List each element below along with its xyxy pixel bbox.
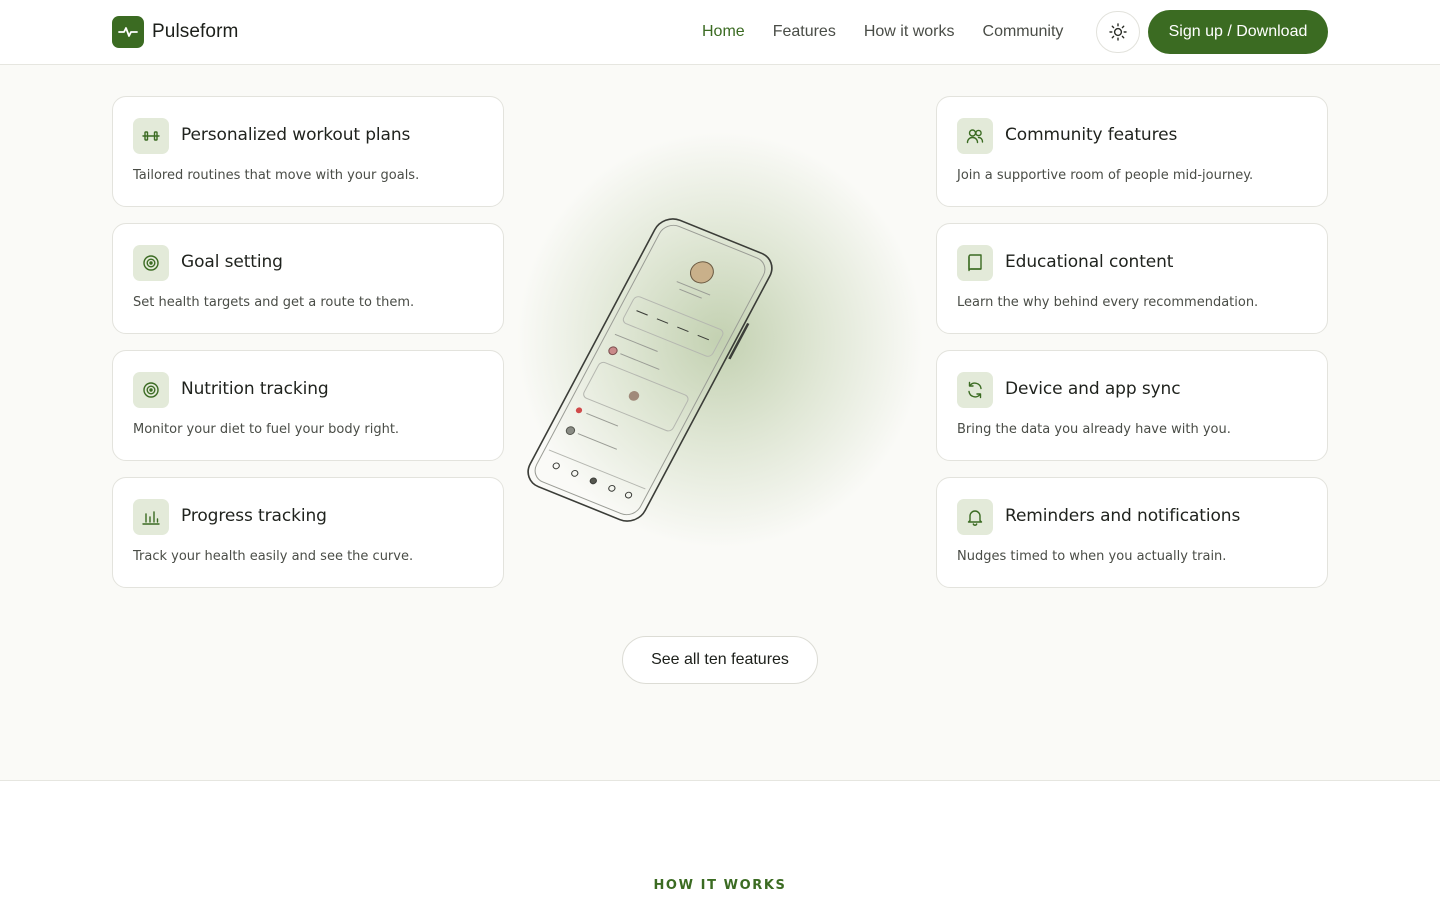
bar-chart-icon xyxy=(133,499,169,535)
target-icon xyxy=(133,245,169,281)
feature-card-nutrition-tracking[interactable]: Nutrition tracking Monitor your diet to … xyxy=(112,350,504,461)
feature-card-reminders[interactable]: Reminders and notifications Nudges timed… xyxy=(936,477,1328,588)
brand-name: Pulseform xyxy=(152,21,239,42)
feature-description: Bring the data you already have with you… xyxy=(957,422,1231,437)
site-header: Pulseform Home Features How it works Com… xyxy=(0,0,1440,65)
phone-mockup-image xyxy=(520,210,780,530)
feature-title: Goal setting xyxy=(181,252,283,272)
feature-title: Progress tracking xyxy=(181,506,327,526)
feature-card-progress-tracking[interactable]: Progress tracking Track your health easi… xyxy=(112,477,504,588)
feature-title: Nutrition tracking xyxy=(181,379,329,399)
feature-description: Nudges timed to when you actually train. xyxy=(957,549,1227,564)
bell-icon xyxy=(957,499,993,535)
feature-title: Device and app sync xyxy=(1005,379,1181,399)
feature-card-educational[interactable]: Educational content Learn the why behind… xyxy=(936,223,1328,334)
sun-icon xyxy=(1109,23,1127,41)
section-eyebrow: HOW IT WORKS xyxy=(653,878,787,893)
sync-icon xyxy=(957,372,993,408)
feature-description: Monitor your diet to fuel your body righ… xyxy=(133,422,400,437)
see-all-features-button[interactable]: See all ten features xyxy=(622,636,818,684)
feature-title: Personalized workout plans xyxy=(181,125,411,145)
users-icon xyxy=(957,118,993,154)
book-icon xyxy=(957,245,993,281)
feature-title: Reminders and notifications xyxy=(1005,506,1241,526)
nav-how-it-works[interactable]: How it works xyxy=(864,22,955,42)
nav-features[interactable]: Features xyxy=(773,22,836,42)
nav-home[interactable]: Home xyxy=(702,22,745,42)
feature-card-community[interactable]: Community features Join a supportive roo… xyxy=(936,96,1328,207)
brand-logo[interactable]: Pulseform xyxy=(112,16,238,48)
main-nav: Home Features How it works Community xyxy=(702,22,1091,42)
feature-description: Learn the why behind every recommendatio… xyxy=(957,295,1259,310)
feature-title: Community features xyxy=(1005,125,1178,145)
feature-description: Track your health easily and see the cur… xyxy=(133,549,414,564)
target-icon xyxy=(133,372,169,408)
feature-description: Set health targets and get a route to th… xyxy=(133,295,415,310)
feature-title: Educational content xyxy=(1005,252,1174,272)
feature-card-goal-setting[interactable]: Goal setting Set health targets and get … xyxy=(112,223,504,334)
feature-card-workout-plans[interactable]: Personalized workout plans Tailored rout… xyxy=(112,96,504,207)
pulse-icon xyxy=(112,16,144,48)
feature-description: Join a supportive room of people mid-jou… xyxy=(957,168,1254,183)
feature-card-device-sync[interactable]: Device and app sync Bring the data you a… xyxy=(936,350,1328,461)
feature-description: Tailored routines that move with your go… xyxy=(133,168,420,183)
signup-download-button[interactable]: Sign up / Download xyxy=(1148,10,1328,54)
nav-community[interactable]: Community xyxy=(983,22,1064,42)
dumbbell-icon xyxy=(133,118,169,154)
theme-toggle-button[interactable] xyxy=(1096,11,1140,53)
